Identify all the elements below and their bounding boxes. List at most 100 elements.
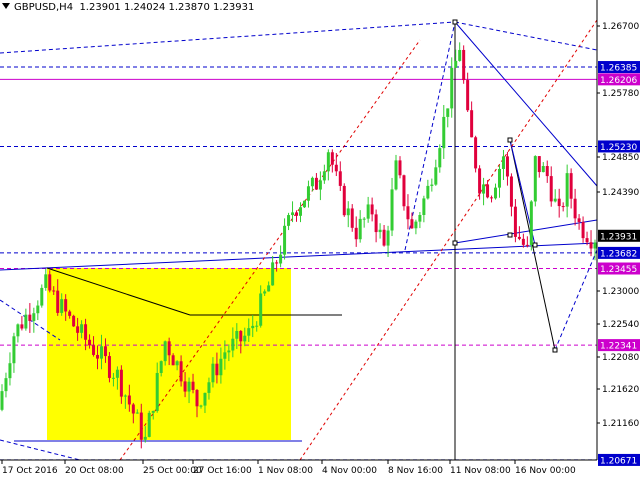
candle-body <box>24 314 28 329</box>
candle-body <box>143 436 147 440</box>
time-tick-label: 8 Nov 16:00 <box>388 466 443 476</box>
candle-body <box>414 221 418 229</box>
lower-left-dashed <box>0 439 81 461</box>
candle-body <box>259 293 263 326</box>
candle-body <box>263 291 267 294</box>
pivot-marker <box>552 347 558 353</box>
candle-body <box>446 108 450 117</box>
candle-body <box>215 363 219 376</box>
candle-body <box>135 412 139 414</box>
candle-body <box>195 389 199 407</box>
rebound-dashed-line <box>554 249 598 351</box>
price-tick-label: 1.24390 <box>602 188 639 198</box>
candle-body <box>458 49 462 61</box>
candle-body <box>318 180 322 190</box>
candle-body <box>80 324 84 333</box>
candle-body <box>287 215 291 226</box>
candle-body <box>426 185 430 199</box>
candle-body <box>362 218 366 220</box>
candle-body <box>52 290 56 292</box>
candle-body <box>255 325 259 327</box>
candle-body <box>541 166 545 173</box>
time-tick-label: 16 Nov 00:00 <box>515 466 576 476</box>
channel-dashed-red-2 <box>299 19 598 461</box>
lower-channel-line <box>454 219 598 244</box>
candle-body <box>581 221 585 239</box>
candle-body <box>402 175 406 207</box>
candle-body <box>490 197 494 199</box>
candle-body <box>8 363 12 379</box>
candle-body <box>84 324 88 340</box>
candle-body <box>330 152 334 165</box>
candle-body <box>235 330 239 339</box>
candle-body <box>227 350 231 353</box>
candle-body <box>123 395 127 397</box>
time-tick-label: 17 Oct 2016 <box>2 466 58 476</box>
candle-body <box>32 313 36 321</box>
resistance-dashed-line <box>454 21 598 51</box>
candle-body <box>494 187 498 199</box>
candle-body <box>370 204 374 215</box>
candle-body <box>191 381 195 390</box>
candle-body <box>159 361 163 373</box>
candle-body <box>438 148 442 168</box>
candle-body <box>430 184 434 186</box>
candle-body <box>175 361 179 366</box>
candle-body <box>557 198 561 207</box>
price-tick-label: 1.21620 <box>602 385 639 395</box>
candle-body <box>295 212 299 216</box>
candle-body <box>107 356 111 378</box>
candle-body <box>28 314 32 321</box>
candle-body <box>155 372 159 411</box>
time-tick-label: 4 Nov 00:00 <box>322 466 377 476</box>
candle-body <box>267 285 271 292</box>
candle-body <box>40 287 44 306</box>
candle-body <box>96 354 100 359</box>
candle-body <box>271 262 275 286</box>
candle-body <box>76 326 80 333</box>
candle-body <box>60 299 64 313</box>
candle-body <box>346 208 350 216</box>
price-tag-label: 1.20671 <box>600 456 637 466</box>
candle-body <box>482 184 486 194</box>
candle-body <box>275 262 279 264</box>
candle-body <box>497 168 501 188</box>
price-tick-label: 1.24850 <box>602 153 639 163</box>
candle-body <box>20 324 24 329</box>
candle-body <box>398 160 402 176</box>
dropdown-triangle-icon <box>2 3 10 9</box>
candle-body <box>529 201 533 245</box>
pivot-marker <box>507 232 513 238</box>
candle-body <box>16 324 20 337</box>
candle-body <box>151 410 155 413</box>
candle-body <box>56 290 60 313</box>
candle-body <box>406 206 410 220</box>
candle-body <box>505 156 509 177</box>
chart-window[interactable]: 1.26700 1.25780 1.24850 1.24390 1.23000 1.225… <box>0 0 640 480</box>
price-chart[interactable]: 1.26700 1.25780 1.24850 1.24390 1.23000 1.225… <box>0 0 640 480</box>
candle-body <box>239 330 243 342</box>
candle-body <box>322 171 326 181</box>
candle-body <box>382 229 386 246</box>
candle-body <box>223 352 227 359</box>
candle-body <box>64 299 68 312</box>
candle-body <box>442 116 446 149</box>
impulse-dashed-line <box>404 21 456 251</box>
candle-body <box>203 392 207 406</box>
chart-header: GBPUSD,H4 1.23901 1.24024 1.23870 1.2393… <box>2 2 254 13</box>
candle-body <box>167 341 171 356</box>
candle-body <box>247 328 251 336</box>
candle-body <box>350 208 354 228</box>
candle-body <box>394 160 398 190</box>
price-tag-label: 1.23931 <box>600 232 637 242</box>
candle-body <box>525 244 529 246</box>
candle-body <box>509 176 513 207</box>
candle-body <box>450 67 454 109</box>
candle-body <box>358 218 362 240</box>
time-tick-label: 20 Oct 08:00 <box>65 466 124 476</box>
candle-body <box>422 198 426 216</box>
candle-body <box>4 378 8 392</box>
candle-body <box>127 395 131 405</box>
candle-body <box>231 338 235 351</box>
candle-body <box>501 156 505 169</box>
